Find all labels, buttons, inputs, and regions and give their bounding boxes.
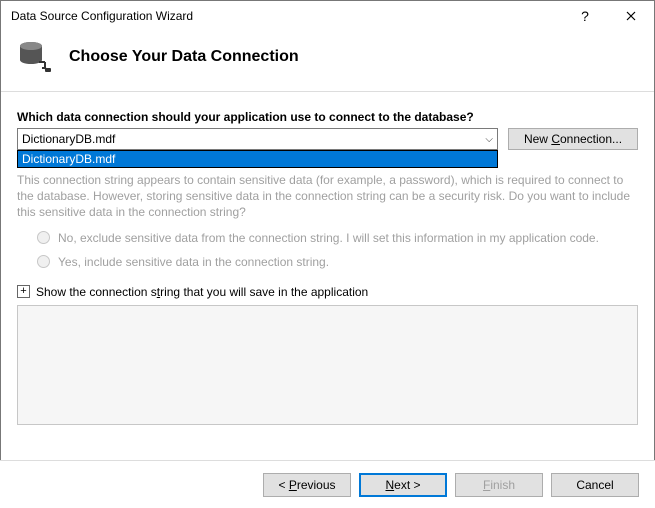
- window-title: Data Source Configuration Wizard: [11, 9, 562, 23]
- next-button[interactable]: Next >: [359, 473, 447, 497]
- new-connection-button[interactable]: New Connection...: [508, 128, 638, 150]
- connection-dropdown-list: DictionaryDB.mdf: [17, 150, 498, 168]
- show-connection-string-label: Show the connection string that you will…: [36, 285, 368, 299]
- previous-button[interactable]: < Previous: [263, 473, 351, 497]
- chevron-down-icon: ⌵: [485, 134, 493, 145]
- radio-icon: [37, 231, 50, 244]
- close-icon: [626, 11, 636, 21]
- close-button[interactable]: [608, 1, 654, 31]
- radio-exclude-sensitive: No, exclude sensitive data from the conn…: [17, 231, 638, 245]
- radio-include-sensitive: Yes, include sensitive data in the conne…: [17, 255, 638, 269]
- connection-selected-value: DictionaryDB.mdf: [22, 132, 115, 146]
- database-icon: [17, 39, 53, 75]
- connection-option-0[interactable]: DictionaryDB.mdf: [18, 151, 497, 167]
- connection-prompt: Which data connection should your applic…: [17, 110, 638, 124]
- connection-string-preview: [17, 305, 638, 425]
- connection-dropdown[interactable]: DictionaryDB.mdf ⌵: [17, 128, 498, 150]
- cancel-button[interactable]: Cancel: [551, 473, 639, 497]
- sensitive-data-explanation: This connection string appears to contai…: [17, 172, 638, 221]
- page-title: Choose Your Data Connection: [69, 48, 299, 66]
- finish-button: Finish: [455, 473, 543, 497]
- radio-include-label: Yes, include sensitive data in the conne…: [58, 255, 329, 269]
- content-area: Which data connection should your applic…: [1, 92, 654, 435]
- connection-select-wrap: DictionaryDB.mdf ⌵ DictionaryDB.mdf: [17, 128, 498, 150]
- radio-exclude-label: No, exclude sensitive data from the conn…: [58, 231, 599, 245]
- help-button[interactable]: ?: [562, 1, 608, 31]
- expand-icon: +: [17, 285, 30, 298]
- show-connection-string-toggle[interactable]: + Show the connection string that you wi…: [17, 285, 638, 299]
- wizard-footer: < Previous Next > Finish Cancel: [0, 460, 655, 508]
- wizard-header: Choose Your Data Connection: [1, 31, 654, 92]
- titlebar: Data Source Configuration Wizard ?: [1, 1, 654, 31]
- radio-icon: [37, 255, 50, 268]
